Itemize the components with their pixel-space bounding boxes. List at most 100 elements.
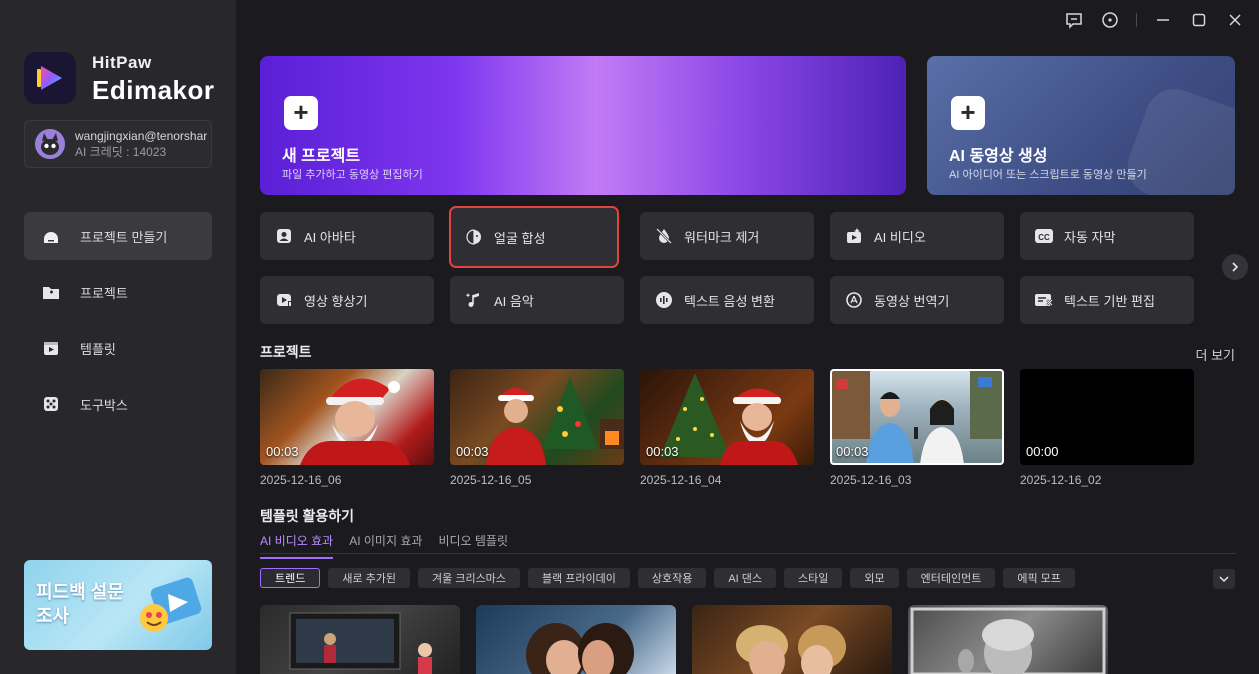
sidebar-item-templates[interactable]: 템플릿 [24, 324, 212, 372]
feedback-illustration-icon [140, 577, 202, 632]
template-card[interactable] [476, 605, 676, 674]
chip-trend[interactable]: 트렌드 [260, 568, 321, 588]
feedback-survey-banner[interactable]: 피드백 설문조사 [24, 560, 212, 650]
tool-ai-music[interactable]: AI 음악 [450, 276, 624, 324]
sidebar-item-label: 프로젝트 [80, 285, 128, 301]
projects-section-title: 프로젝트 [260, 344, 312, 360]
chips-expand-button[interactable] [1213, 569, 1235, 589]
chevron-down-icon [1219, 576, 1229, 583]
template-preview-image [736, 625, 846, 674]
tool-video-translator[interactable]: 동영상 번역기 [830, 276, 1004, 324]
titlebar-divider [1136, 13, 1137, 27]
folder-icon [40, 281, 62, 303]
chip-entertainment[interactable]: 엔터테인먼트 [906, 568, 996, 588]
avatar-icon [274, 226, 294, 246]
sidebar-item-projects[interactable]: 프로젝트 [24, 268, 212, 316]
brand-line1: HitPaw [92, 52, 152, 72]
tab-ai-video-effects[interactable]: AI 비디오 효과 [260, 532, 334, 559]
app-logo: HitPaw Edimakor [24, 52, 215, 104]
project-duration: 00:03 [836, 444, 869, 459]
feedback-text: 피드백 설문조사 [36, 582, 124, 626]
window-titlebar [1056, 0, 1259, 40]
template-card[interactable] [260, 605, 460, 674]
tool-label: 동영상 번역기 [874, 293, 950, 309]
feedback-message-button[interactable] [1056, 0, 1092, 40]
new-project-title: 새 프로젝트 [282, 148, 361, 165]
plus-icon: + [284, 96, 318, 130]
brand-line2: Edimakor [92, 74, 215, 105]
ai-video-generate-card[interactable]: + AI 동영상 생성 AI 아이디어 또는 스크립트로 동영상 만들기 [927, 56, 1235, 195]
tool-label: AI 아바타 [304, 229, 356, 245]
text-edit-icon [1034, 290, 1054, 310]
sidebar-item-create-project[interactable]: 프로젝트 만들기 [24, 212, 212, 260]
template-icon [40, 337, 62, 359]
new-project-card[interactable]: + 새 프로젝트 파일 추가하고 동영상 편집하기 [260, 56, 906, 195]
tool-label: 텍스트 음성 변환 [684, 293, 775, 309]
info-button[interactable] [1092, 0, 1128, 40]
watermark-remove-icon [654, 226, 674, 246]
plus-icon: + [951, 96, 985, 130]
tools-scroll-right-button[interactable] [1222, 254, 1248, 280]
project-duration: 00:03 [266, 444, 299, 459]
music-icon [464, 290, 484, 310]
project-name: 2025-12-16_04 [640, 473, 722, 487]
chip-black-friday[interactable]: 블랙 프라이데이 [527, 568, 630, 588]
close-button[interactable] [1217, 0, 1253, 40]
sidebar-item-toolbox[interactable]: 도구박스 [24, 380, 212, 428]
tool-label: 워터마크 제거 [684, 229, 760, 245]
project-thumbnail[interactable]: 00:03 [640, 369, 814, 465]
tool-face-swap[interactable]: 얼굴 합성 [449, 206, 619, 268]
maximize-button[interactable] [1181, 0, 1217, 40]
tool-label: 텍스트 기반 편집 [1064, 293, 1155, 309]
project-thumbnail[interactable]: 00:03 [260, 369, 434, 465]
tab-video-templates[interactable]: 비디오 템플릿 [438, 532, 508, 559]
template-card[interactable] [692, 605, 892, 674]
chip-appearance[interactable]: 외모 [850, 568, 899, 588]
maximize-icon [1192, 13, 1206, 27]
avatar [35, 129, 65, 159]
edimakor-logo-icon [24, 52, 76, 104]
tool-ai-avatar[interactable]: AI 아바타 [260, 212, 434, 260]
template-preview-image [910, 607, 1106, 674]
chip-interaction[interactable]: 상호작용 [637, 568, 707, 588]
chip-ai-dance[interactable]: AI 댄스 [714, 568, 777, 588]
ai-video-generate-subtitle: AI 아이디어 또는 스크립트로 동영상 만들기 [949, 169, 1147, 181]
project-thumbnail[interactable]: 00:00 [1020, 369, 1194, 465]
message-icon [1066, 13, 1082, 29]
project-name: 2025-12-16_05 [450, 473, 532, 487]
chip-winter-christmas[interactable]: 겨울 크리스마스 [418, 568, 520, 588]
toolbox-icon [40, 393, 62, 415]
template-tabs: AI 비디오 효과 AI 이미지 효과 비디오 템플릿 [260, 532, 524, 559]
project-name: 2025-12-16_03 [830, 473, 912, 487]
chip-style[interactable]: 스타일 [784, 568, 843, 588]
chip-new[interactable]: 새로 추가된 [328, 568, 411, 588]
sidebar-nav: 프로젝트 만들기 프로젝트 템플릿 도구박스 [24, 212, 212, 436]
tool-watermark-remove[interactable]: 워터마크 제거 [640, 212, 814, 260]
project-thumbnail[interactable]: 00:03 [450, 369, 624, 465]
tts-icon [654, 290, 674, 310]
svg-text:CC: CC [1038, 233, 1050, 242]
new-project-subtitle: 파일 추가하고 동영상 편집하기 [282, 169, 423, 181]
tool-ai-video[interactable]: AI 비디오 [830, 212, 1004, 260]
tab-ai-image-effects[interactable]: AI 이미지 효과 [349, 532, 422, 559]
chip-epic-morph[interactable]: 에픽 모프 [1003, 568, 1075, 588]
tool-text-to-speech[interactable]: 텍스트 음성 변환 [640, 276, 814, 324]
minimize-button[interactable] [1145, 0, 1181, 40]
projects-more-link[interactable]: 더 보기 [1196, 345, 1236, 364]
tool-text-based-edit[interactable]: 텍스트 기반 편집 [1020, 276, 1194, 324]
info-icon [1102, 12, 1118, 28]
project-name: 2025-12-16_02 [1020, 473, 1102, 487]
account-card[interactable]: wangjingxian@tenorshare.cn AI 크레딧 : 1402… [24, 120, 212, 168]
project-thumbnail[interactable]: 00:03 [830, 369, 1004, 465]
account-credits: AI 크레딧 : 14023 [75, 145, 167, 159]
tool-auto-subtitle[interactable]: CC 자동 자막 [1020, 212, 1194, 260]
enhance-icon [274, 290, 294, 310]
tool-label: AI 비디오 [874, 229, 926, 245]
sidebar-item-label: 도구박스 [80, 397, 128, 413]
tool-video-enhancer[interactable]: 영상 향상기 [260, 276, 434, 324]
ai-video-generate-title: AI 동영상 생성 [949, 148, 1048, 165]
template-card[interactable] [908, 605, 1108, 674]
close-icon [1229, 14, 1241, 26]
templates-section-title: 템플릿 활용하기 [260, 508, 355, 524]
sidebar-item-label: 템플릿 [80, 341, 116, 357]
